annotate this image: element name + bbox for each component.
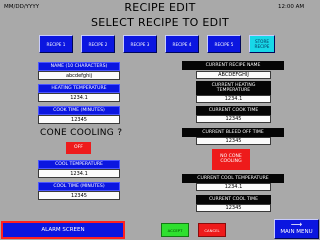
current-recipe-name-value: ABCDEFGHIJ [196,71,271,79]
current-recipe-name-label: CURRENT RECIPE NAME [182,61,284,70]
current-cool-time-label: CURRENT COOL TIME [196,195,271,204]
cone-cooling-toggle[interactable]: OFF [66,142,91,154]
page-subtitle: SELECT RECIPE TO EDIT [90,16,230,29]
recipe-2-button[interactable]: RECIPE 2 [81,35,115,53]
recipe-4-button[interactable]: RECIPE 4 [165,35,199,53]
cool-temperature-input[interactable]: 1234.1 [38,169,120,178]
name-input[interactable]: abcdefghij [38,71,120,80]
current-bleed-off-time-value: 12345 [196,137,271,145]
cook-time-input[interactable]: 12345 [38,115,120,124]
name-field-label: NAME (10 CHARACTERS) [38,62,120,71]
cool-temperature-label: COOL TEMPERATURE [38,160,120,169]
no-cone-cooling-indicator: NO CONE COOLING [212,149,250,170]
main-menu-button[interactable]: ⟶ MAIN MENU [274,219,319,239]
date-display: MM/DD/YYYY [4,4,40,10]
heating-temperature-label: HEATING TEMPERATURE [38,84,120,93]
current-heating-temperature-label: CURRENT HEATING TEMPERATURE [196,81,271,95]
current-cool-time-value: 12345 [196,204,271,212]
current-cook-time-label: CURRENT COOK TIME [196,106,271,115]
heating-temperature-input[interactable]: 1234.1 [38,93,120,102]
page-title: RECIPE EDIT [124,1,196,14]
accept-button[interactable]: ACCEPT [161,223,189,237]
cancel-button[interactable]: CANCEL [198,223,226,237]
current-heating-temperature-value: 1234.1 [196,95,271,103]
store-recipe-button[interactable]: STORE RECIPE [249,35,275,53]
current-cool-temperature-label: CURRENT COOL TEMPERATURE [182,174,284,183]
alarm-screen-button[interactable]: ALARM SCREEN [1,221,125,239]
arrow-right-icon: ⟶ [290,220,303,229]
cool-time-label: COOL TIME (MINUTES) [38,182,120,191]
current-cook-time-value: 12345 [196,115,271,123]
current-bleed-off-time-label: CURRENT BLEED OFF TIME [182,128,284,137]
current-cool-temperature-value: 1234.1 [196,183,271,191]
time-display: 12:00 AM [278,4,305,10]
main-menu-label: MAIN MENU [280,229,313,235]
recipe-3-button[interactable]: RECIPE 3 [123,35,157,53]
cook-time-label: COOK TIME (MINUTES) [38,106,120,115]
cone-cooling-label: CONE COOLING ? [40,128,123,138]
recipe-5-button[interactable]: RECIPE 5 [207,35,241,53]
cool-time-input[interactable]: 12345 [38,191,120,200]
recipe-1-button[interactable]: RECIPE 1 [39,35,73,53]
